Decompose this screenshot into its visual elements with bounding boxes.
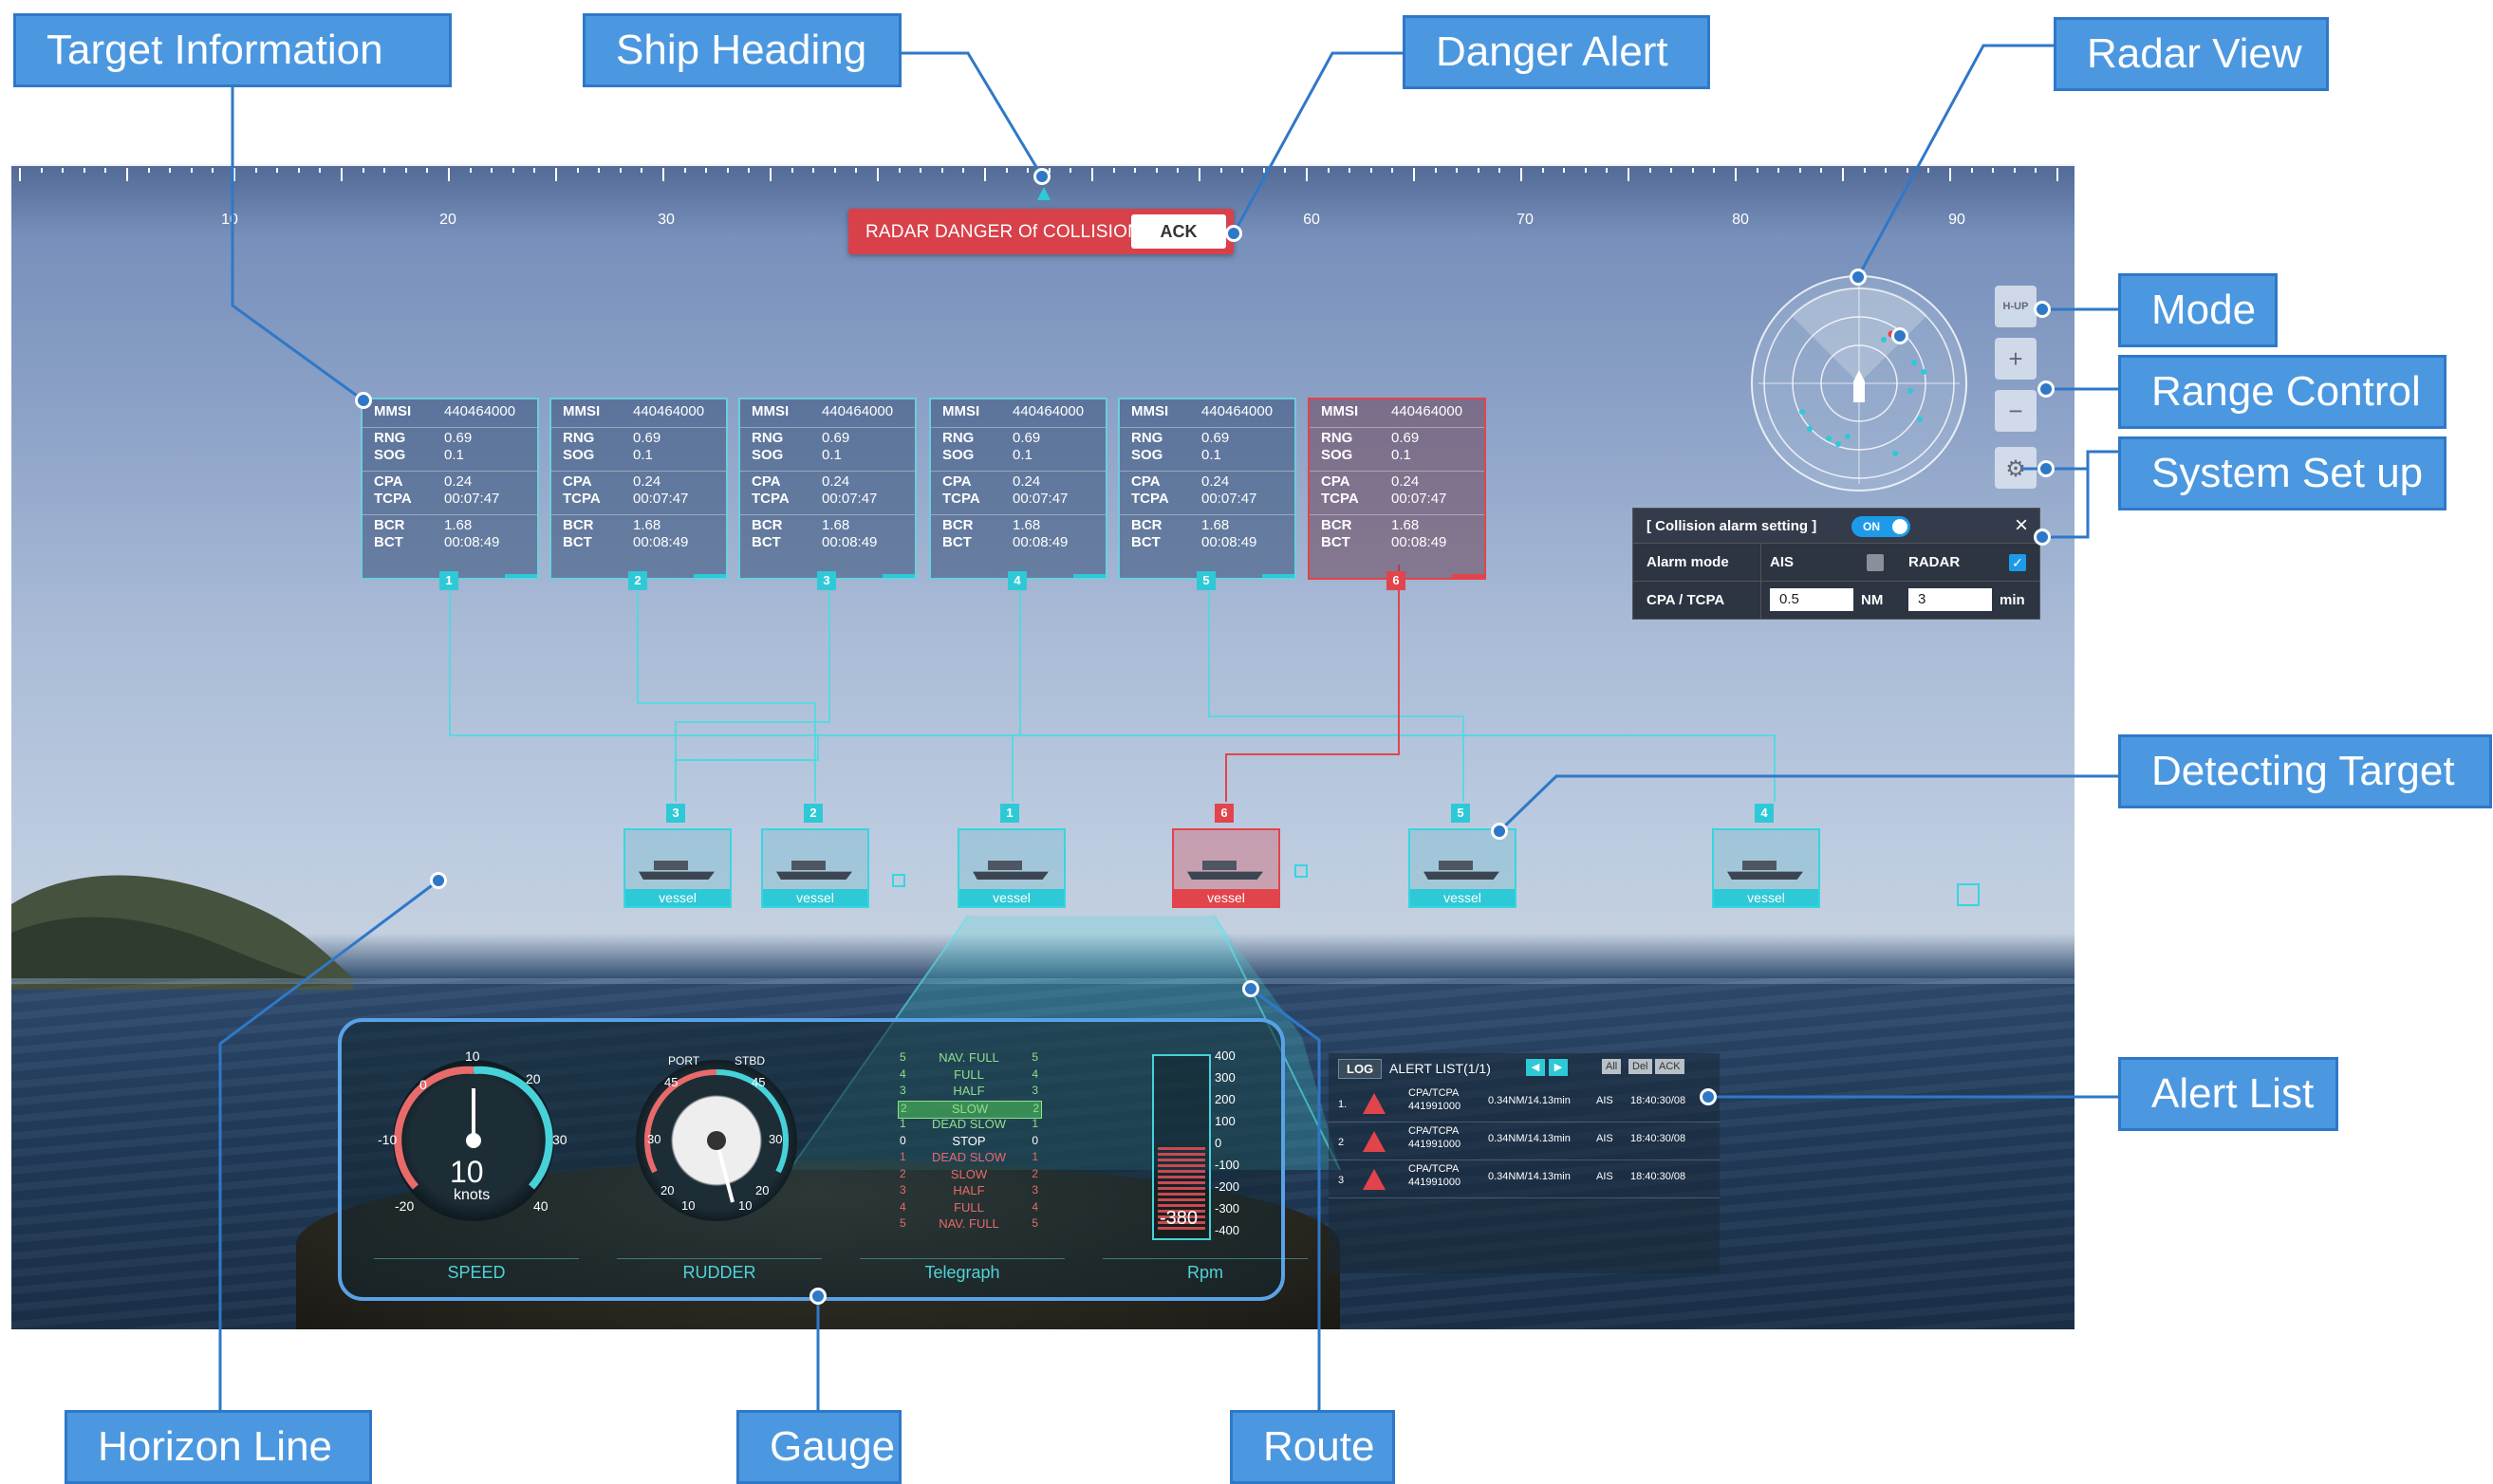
callout-dot: [1225, 225, 1242, 242]
callout-dot: [2037, 380, 2055, 398]
callout-dot: [430, 872, 447, 889]
callout-dot: [355, 392, 372, 409]
callout-dot: [1491, 823, 1508, 840]
callout-dot: [1033, 168, 1051, 185]
callout-dot: [1850, 269, 1867, 286]
callout-dot: [1891, 327, 1908, 344]
callout-dot: [2037, 460, 2055, 477]
callout-dot: [1700, 1088, 1717, 1105]
callout-dot: [2034, 301, 2051, 318]
callout-lines: [218, 44, 2118, 1410]
callout-dot: [2034, 529, 2051, 546]
callout-dot: [1242, 980, 1259, 997]
callout-dot: [809, 1288, 827, 1305]
